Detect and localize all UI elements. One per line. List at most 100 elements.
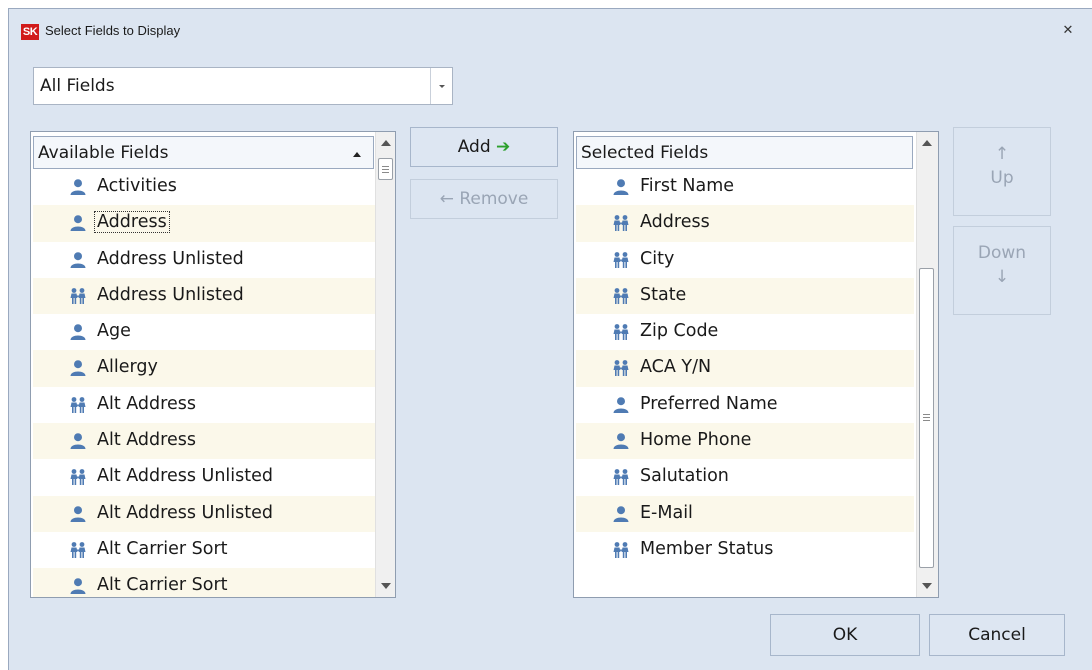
person-icon — [612, 178, 630, 196]
person-icon — [69, 323, 87, 341]
available-fields-header-label: Available Fields — [38, 143, 169, 163]
selected-fields-scrollbar[interactable] — [916, 132, 938, 597]
family-icon — [69, 541, 87, 559]
list-item[interactable]: Home Phone — [576, 423, 914, 460]
available-fields-header[interactable]: Available Fields — [33, 136, 374, 169]
list-item[interactable]: Allergy — [33, 350, 375, 387]
scroll-up-icon[interactable] — [922, 140, 932, 146]
selected-fields-header-label: Selected Fields — [581, 143, 709, 163]
close-button[interactable]: ✕ — [1058, 21, 1078, 41]
scrollbar-thumb[interactable] — [919, 268, 934, 568]
list-item[interactable]: Alt Address Unlisted — [33, 459, 375, 495]
list-item-label: Activities — [97, 176, 177, 196]
list-item[interactable]: Zip Code — [576, 314, 914, 350]
move-down-button[interactable]: Down ↓ — [953, 226, 1051, 315]
family-icon — [612, 214, 630, 232]
scroll-up-icon[interactable] — [381, 140, 391, 146]
family-icon — [612, 251, 630, 269]
available-fields-scrollbar[interactable] — [375, 132, 395, 597]
family-icon — [612, 359, 630, 377]
person-icon — [69, 214, 87, 232]
person-icon — [69, 178, 87, 196]
list-item-label: State — [640, 284, 687, 305]
selected-fields-list[interactable]: Selected Fields First Name Address City Sta… — [573, 131, 939, 598]
person-icon — [69, 432, 87, 450]
window-title: Select Fields to Display — [45, 23, 181, 38]
chevron-down-icon[interactable] — [430, 68, 452, 104]
person-icon — [612, 396, 630, 414]
sort-ascending-icon — [353, 152, 361, 157]
list-item[interactable]: E-Mail — [576, 495, 914, 532]
arrow-left-icon: ← — [439, 189, 454, 209]
remove-button[interactable]: ← Remove — [410, 179, 558, 219]
person-icon — [69, 505, 87, 523]
list-item-label: Alt Carrier Sort — [97, 575, 228, 596]
list-item[interactable]: Address — [576, 205, 914, 242]
selected-fields-header[interactable]: Selected Fields — [576, 136, 913, 169]
close-icon: ✕ — [1062, 23, 1074, 38]
list-item[interactable]: City — [576, 242, 914, 278]
cancel-button-label: Cancel — [968, 625, 1026, 645]
list-item-label: Alt Address — [97, 430, 196, 451]
available-fields-list[interactable]: Available Fields Activities Address Addres… — [30, 131, 396, 598]
list-item[interactable]: Activities — [33, 169, 375, 205]
field-filter-value: All Fields — [40, 76, 115, 96]
list-item[interactable]: Address Unlisted — [33, 242, 375, 278]
family-icon — [612, 323, 630, 341]
arrow-up-icon: ↑ — [994, 144, 1010, 164]
list-item[interactable]: Alt Address — [33, 387, 375, 423]
list-item-label: Age — [97, 321, 131, 342]
list-item-label: Member Status — [640, 538, 774, 559]
list-item-label: Alt Address — [97, 393, 196, 414]
arrow-down-icon: ↓ — [994, 267, 1010, 287]
ok-button[interactable]: OK — [770, 614, 920, 656]
family-icon — [69, 396, 87, 414]
list-item-label: Home Phone — [640, 430, 752, 451]
family-icon — [69, 468, 87, 486]
list-item[interactable]: Address Unlisted — [33, 277, 375, 315]
list-item[interactable]: Alt Carrier Sort — [33, 532, 375, 568]
add-button[interactable]: Add ➔ — [410, 127, 558, 167]
list-item[interactable]: Preferred Name — [576, 387, 914, 423]
person-icon — [69, 251, 87, 269]
list-item[interactable]: Member Status — [576, 532, 914, 568]
app-logo: SK — [21, 24, 39, 40]
person-icon — [612, 505, 630, 523]
add-button-label: Add — [457, 137, 491, 157]
scroll-down-icon[interactable] — [381, 583, 391, 589]
list-item-label: Salutation — [640, 466, 729, 487]
list-item[interactable]: State — [576, 277, 914, 315]
field-filter-dropdown[interactable]: All Fields — [33, 67, 453, 105]
person-icon — [69, 359, 87, 377]
title-bar: SK Select Fields to Display ✕ — [9, 9, 1092, 55]
family-icon — [612, 468, 630, 486]
list-item-label: Allergy — [97, 357, 158, 378]
list-item-label: Address Unlisted — [97, 248, 244, 269]
select-fields-dialog: SK Select Fields to Display ✕ All Fields… — [8, 8, 1092, 670]
list-item[interactable]: First Name — [576, 169, 914, 205]
list-item-label: First Name — [640, 176, 735, 196]
move-down-label: Down — [977, 243, 1027, 263]
list-item-label: City — [640, 248, 675, 269]
move-up-button[interactable]: ↑ Up — [953, 127, 1051, 216]
list-item[interactable]: Age — [33, 314, 375, 350]
arrow-right-icon: ➔ — [496, 137, 511, 157]
list-item-label: Alt Carrier Sort — [97, 538, 228, 559]
family-icon — [612, 287, 630, 305]
selected-fields-rows: First Name Address City State Zip Code ACA Y/… — [576, 169, 914, 568]
cancel-button[interactable]: Cancel — [929, 614, 1065, 656]
list-item-label: Preferred Name — [640, 393, 778, 414]
scrollbar-thumb[interactable] — [378, 158, 393, 180]
list-item-label: E-Mail — [640, 502, 693, 523]
list-item[interactable]: Address — [33, 205, 375, 242]
list-item[interactable]: Alt Address — [33, 423, 375, 460]
list-item[interactable]: ACA Y/N — [576, 350, 914, 387]
scroll-down-icon[interactable] — [922, 583, 932, 589]
list-item-label: Address — [94, 211, 170, 234]
ok-button-label: OK — [832, 625, 858, 645]
list-item[interactable]: Salutation — [576, 459, 914, 495]
list-item-label: Zip Code — [640, 321, 719, 342]
list-item[interactable]: Alt Carrier Sort — [33, 568, 375, 597]
list-item[interactable]: Alt Address Unlisted — [33, 495, 375, 532]
family-icon — [612, 541, 630, 559]
